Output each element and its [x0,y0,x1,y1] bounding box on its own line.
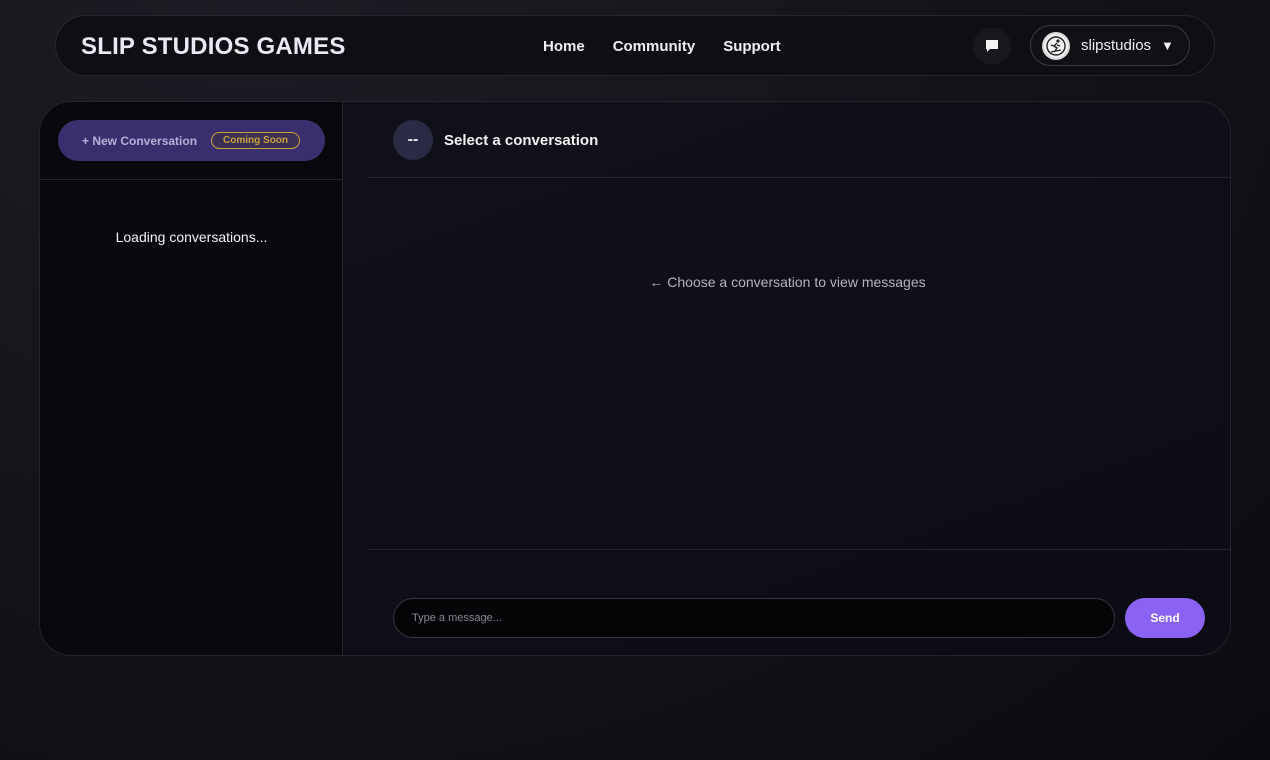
composer: Send [368,549,1230,655]
messages-button[interactable] [973,27,1011,65]
nav-links: Home Community Support [543,38,781,55]
conversation-title: Select a conversation [444,132,599,149]
send-button[interactable]: Send [1125,598,1205,638]
caret-down-icon: ▼ [1161,38,1174,53]
nav-link-community[interactable]: Community [613,38,696,55]
chat-area: -- Select a conversation ← Choose a conv… [343,102,1230,655]
skater-logo-icon [1046,35,1066,56]
new-conversation-button[interactable]: + New Conversation Coming Soon [58,120,325,161]
message-input[interactable] [393,598,1115,638]
nav-link-home[interactable]: Home [543,38,585,55]
chat-header: -- Select a conversation [368,102,1230,178]
chat-bubble-icon [986,40,998,52]
new-conversation-label: + New Conversation [82,133,198,148]
user-menu-button[interactable]: slipstudios ▼ [1030,25,1190,66]
messages-panel: + New Conversation Coming Soon Loading c… [39,101,1231,656]
conversation-sidebar: + New Conversation Coming Soon Loading c… [40,102,343,655]
sidebar-header: + New Conversation Coming Soon [40,102,342,180]
loading-conversations-text: Loading conversations... [115,229,268,245]
empty-state-message: ← Choose a conversation to view messages [649,274,926,290]
conversation-avatar: -- [393,120,433,160]
avatar [1042,31,1070,60]
top-navbar: SLIP STUDIOS GAMES Home Community Suppor… [55,15,1215,76]
coming-soon-badge: Coming Soon [211,132,301,149]
nav-link-support[interactable]: Support [723,38,781,55]
username: slipstudios [1081,37,1152,54]
brand-title[interactable]: SLIP STUDIOS GAMES [81,33,346,61]
